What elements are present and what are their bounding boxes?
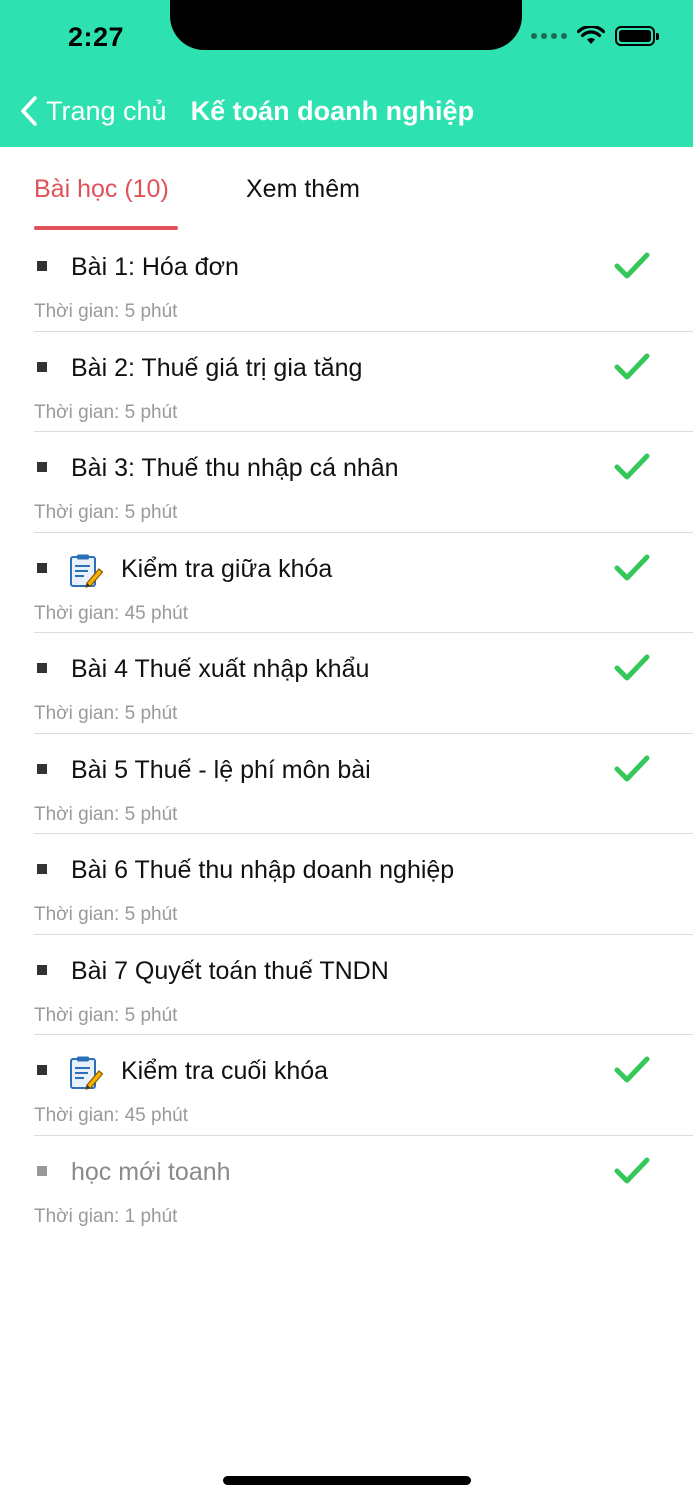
quiz-document-icon [70,1056,104,1090]
page-title: Kế toán doanh nghiệp [190,95,475,126]
bullet-icon [37,261,47,271]
list-item[interactable]: Kiểm tra giữa khóa Thời gian: 45 phút [34,533,693,633]
lesson-title: Kiểm tra giữa khóa [121,554,333,583]
tab-bar: Bài học (10) Xem thêm [0,147,693,231]
active-tab-indicator [34,226,178,230]
signal-icon [531,33,567,39]
checkmark-icon [614,453,650,480]
list-item[interactable]: Bài 5 Thuế - lệ phí môn bài Thời gian: 5 … [34,734,693,834]
lesson-title: Bài 1: Hóa đơn [71,253,239,281]
checkmark-icon [614,1157,650,1183]
back-label: Trang chủ [46,95,167,126]
list-item[interactable]: Bài 4 Thuế xuất nhập khẩu Thời gian: 5 ph… [34,633,693,734]
list-item[interactable]: Kiểm tra cuối khóa Thời gian: 45 phút [34,1035,693,1136]
checkmark-icon [614,353,650,379]
lesson-title: học mới toanh [71,1157,231,1186]
lesson-title: Bài 5 Thuế - lệ phí môn bài [71,755,371,784]
device-notch [170,0,522,50]
status-time: 2:27 [68,22,125,52]
list-item[interactable]: Bài 6 Thuế thu nhập doanh nghiệp Thời gia… [34,834,693,935]
lesson-title: Bài 7 Quyết toán thuế TNDN [71,956,389,985]
checkmark-icon [614,1056,650,1083]
list-item[interactable]: Bài 2: Thuế giá trị gia tăng Thời gian: 5… [34,332,693,432]
lesson-title: Kiểm tra cuối khóa [121,1057,329,1085]
bullet-icon [37,964,47,975]
back-button[interactable]: Trang chủ [20,95,167,127]
lesson-duration: Thời gian: 45 phút [34,602,189,624]
lesson-duration: Thời gian: 5 phút [34,904,178,925]
wifi-icon [577,26,605,44]
quiz-document-icon [70,554,104,588]
lesson-duration: Thời gian: 5 phút [34,401,178,423]
list-item[interactable]: Bài 3: Thuế thu nhập cá nhân Thời gian: 5… [34,432,693,533]
tab-lessons[interactable]: Bài học (10) [34,175,169,204]
bullet-icon [37,1065,47,1075]
checkmark-icon [614,554,650,580]
bullet-icon [37,462,47,472]
lesson-duration: Thời gian: 5 phút [34,703,178,724]
lesson-duration: Thời gian: 5 phút [34,803,178,825]
lesson-duration: Thời gian: 5 phút [34,301,178,322]
battery-icon [615,26,659,46]
status-icons [531,26,659,46]
navigation-bar: Trang chủ Kế toán doanh nghiệp [0,88,693,134]
checkmark-icon [614,654,650,681]
lesson-title: Bài 4 Thuế xuất nhập khẩu [71,655,370,683]
lesson-duration: Thời gian: 5 phút [34,1004,178,1026]
bullet-icon [37,663,47,673]
list-item[interactable]: Bài 1: Hóa đơn Thời gian: 5 phút [34,231,693,332]
bullet-icon [37,361,47,372]
header-bar: 2:27 Trang chủ Kế toán doanh nghiệp [0,0,693,147]
bullet-icon [37,864,47,874]
home-indicator [223,1476,471,1485]
chevron-left-icon [21,96,37,126]
bullet-icon [37,763,47,774]
lesson-duration: Thời gian: 1 phút [34,1205,178,1227]
list-item[interactable]: Bài 7 Quyết toán thuế TNDN Thời gian: 5 p… [34,935,693,1035]
lesson-duration: Thời gian: 45 phút [34,1105,189,1126]
lesson-title: Bài 3: Thuế thu nhập cá nhân [71,454,399,482]
lesson-list: Bài 1: Hóa đơn Thời gian: 5 phút Bài 2: Th… [0,231,693,1236]
tab-see-more[interactable]: Xem thêm [246,175,360,204]
bullet-icon [37,562,47,573]
checkmark-icon [614,252,650,279]
lesson-title: Bài 6 Thuế thu nhập doanh nghiệp [71,856,455,884]
lesson-duration: Thời gian: 5 phút [34,502,178,523]
app-screen: 2:27 Trang chủ Kế toán doanh nghiệp Bài … [0,0,693,1500]
bullet-icon [37,1165,47,1176]
lesson-title: Bài 2: Thuế giá trị gia tăng [71,353,363,382]
list-item[interactable]: học mới toanh Thời gian: 1 phút [34,1136,693,1237]
checkmark-icon [614,755,650,781]
